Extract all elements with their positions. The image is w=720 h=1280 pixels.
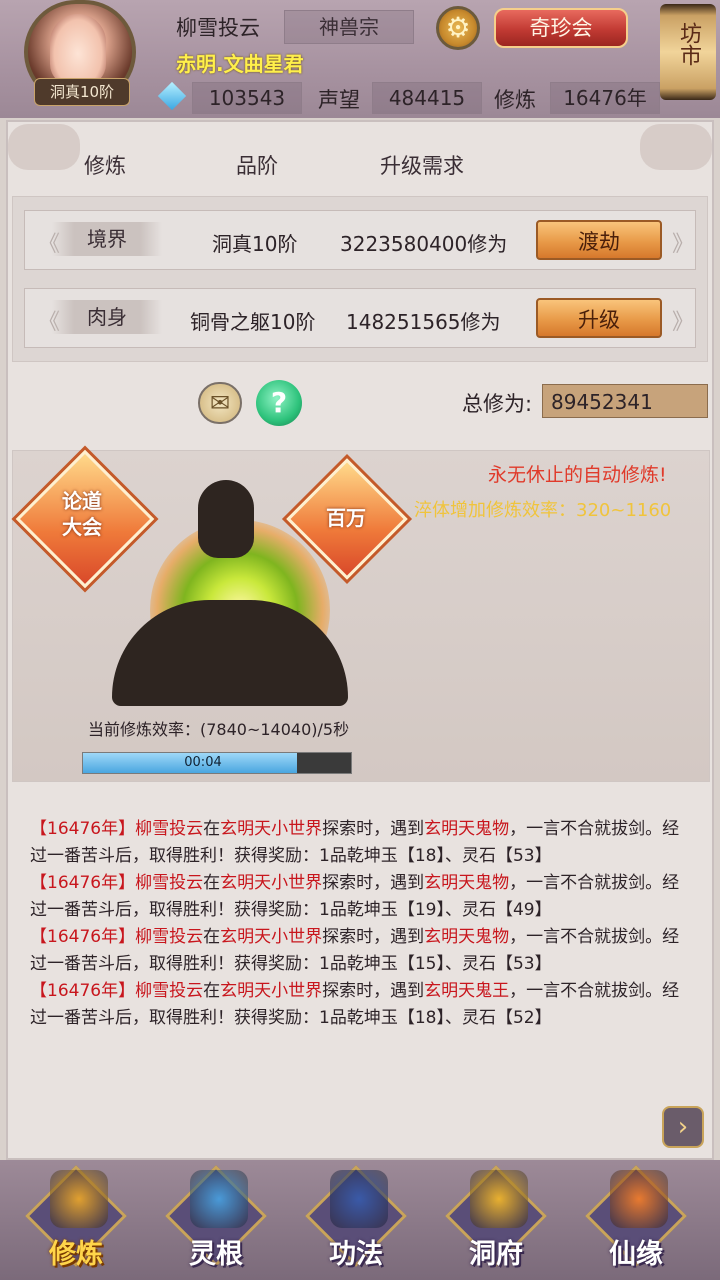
debate-conference-badge[interactable]: 论道 大会	[15, 449, 155, 589]
market-button[interactable]: 坊市	[660, 4, 716, 100]
nav-tab-manual[interactable]: 功法	[304, 1164, 416, 1276]
market-button-label: 坊市	[676, 22, 701, 66]
cultivation-years-value: 16476年	[550, 82, 660, 114]
log-text: 探索时，遇到	[322, 819, 425, 839]
panel-corner-left	[8, 124, 80, 170]
debate-conference-label: 论道 大会	[62, 489, 102, 539]
log-text: 在	[203, 873, 221, 893]
log-enemy: 玄明天鬼物	[424, 927, 510, 947]
progress-timer: 00:04	[184, 755, 222, 770]
total-cultivation-label: 总修为:	[462, 392, 533, 416]
tribulation-button[interactable]: 渡劫	[536, 220, 662, 260]
nav-tab-spirit-root[interactable]: 灵根	[164, 1164, 276, 1276]
realm-tag: 境界	[52, 222, 162, 256]
log-player: 柳雪投云	[135, 927, 204, 947]
rank-badge: 洞真10阶	[34, 78, 130, 106]
nav-label: 仙缘	[609, 1239, 663, 1270]
settings-gear-icon[interactable]: ⚙	[436, 6, 480, 50]
column-header-requirement: 升级需求	[380, 154, 464, 178]
player-title: 赤明.文曲星君	[176, 52, 304, 76]
log-place: 玄明天小世界	[220, 819, 323, 839]
manual-icon	[330, 1170, 388, 1228]
auto-cultivate-text: 永无休止的自动修炼!	[488, 464, 667, 486]
million-badge[interactable]: 百万	[286, 458, 408, 580]
body-requirement: 148251565修为	[346, 310, 501, 334]
gourd-icon	[610, 1170, 668, 1228]
event-log: 【16476年】柳雪投云在玄明天小世界探索时，遇到玄明天鬼物，一言不合就拔剑。经…	[30, 816, 690, 1032]
log-text: 在	[203, 981, 221, 1001]
nav-tab-cultivate[interactable]: 修炼	[24, 1164, 136, 1276]
log-entry: 【16476年】柳雪投云在玄明天小世界探索时，遇到玄明天鬼物，一言不合就拔剑。经…	[30, 816, 690, 870]
nav-label: 洞府	[469, 1239, 523, 1270]
log-enemy: 玄明天鬼物	[424, 819, 510, 839]
avatar-portrait	[50, 14, 106, 86]
log-enemy: 玄明天鬼物	[424, 873, 510, 893]
column-header-cultivate: 修炼	[84, 154, 126, 178]
chevron-right-icon: 》	[672, 310, 695, 335]
next-arrow-icon[interactable]: ›	[662, 1106, 704, 1148]
player-name: 柳雪投云	[176, 16, 260, 40]
reputation-label: 声望	[318, 88, 360, 112]
reputation-value: 484415	[372, 82, 482, 114]
sect-name: 神兽宗	[284, 10, 414, 44]
cultivation-progress-bar: 00:04	[82, 752, 352, 774]
cave-icon	[470, 1170, 528, 1228]
nav-tab-cave[interactable]: 洞府	[444, 1164, 556, 1276]
chevron-right-icon: 》	[672, 232, 695, 257]
nav-label: 功法	[329, 1239, 383, 1270]
nav-label: 灵根	[189, 1239, 243, 1270]
body-tag: 肉身	[52, 300, 162, 334]
realm-requirement: 3223580400修为	[340, 232, 508, 256]
log-entry: 【16476年】柳雪投云在玄明天小世界探索时，遇到玄明天鬼物，一言不合就拔剑。经…	[30, 924, 690, 978]
upgrade-button[interactable]: 升级	[536, 298, 662, 338]
log-year: 【16476年】	[30, 927, 136, 947]
log-place: 玄明天小世界	[220, 927, 323, 947]
cultivation-years-label: 修炼	[494, 88, 536, 112]
log-year: 【16476年】	[30, 981, 136, 1001]
column-header-grade: 品阶	[236, 154, 278, 178]
total-cultivation-value: 89452341	[542, 384, 708, 418]
treasure-auction-button[interactable]: 奇珍会	[494, 8, 628, 48]
spirit-root-icon	[190, 1170, 248, 1228]
nav-label: 修炼	[49, 1239, 103, 1270]
log-year: 【16476年】	[30, 873, 136, 893]
log-player: 柳雪投云	[135, 981, 204, 1001]
panel-corner-right	[640, 124, 712, 170]
meditator-head	[198, 480, 254, 558]
cultivate-icon	[50, 1170, 108, 1228]
log-entry: 【16476年】柳雪投云在玄明天小世界探索时，遇到玄明天鬼物，一言不合就拔剑。经…	[30, 870, 690, 924]
million-label: 百万	[326, 506, 366, 530]
nav-tab-gourd[interactable]: 仙缘	[584, 1164, 696, 1276]
log-place: 玄明天小世界	[220, 873, 323, 893]
log-text: 在	[203, 927, 221, 947]
log-text: 探索时，遇到	[322, 927, 425, 947]
log-year: 【16476年】	[30, 819, 136, 839]
spirit-stone-count: 103543	[192, 82, 302, 114]
log-enemy: 玄明天鬼王	[424, 981, 510, 1001]
log-player: 柳雪投云	[135, 873, 204, 893]
body-boost-text: 淬体增加修炼效率：320~1160	[414, 500, 672, 521]
log-entry: 【16476年】柳雪投云在玄明天小世界探索时，遇到玄明天鬼王，一言不合就拔剑。经…	[30, 978, 690, 1032]
log-text: 探索时，遇到	[322, 981, 425, 1001]
realm-grade: 洞真10阶	[212, 232, 298, 256]
log-text: 在	[203, 819, 221, 839]
help-icon[interactable]: ?	[256, 380, 302, 426]
log-place: 玄明天小世界	[220, 981, 323, 1001]
body-grade: 铜骨之躯10阶	[190, 310, 316, 334]
log-text: 探索时，遇到	[322, 873, 425, 893]
cultivation-rate: 当前修炼效率：(7840~14040)/5秒	[88, 720, 350, 739]
log-player: 柳雪投云	[135, 819, 204, 839]
mail-icon[interactable]: ✉	[198, 382, 242, 424]
